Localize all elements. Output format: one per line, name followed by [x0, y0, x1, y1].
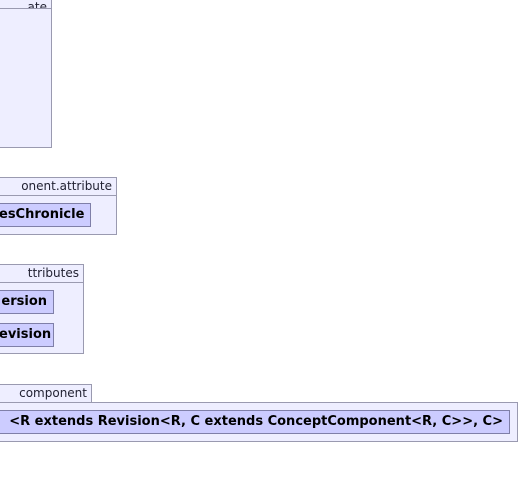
diagram-canvas: ate onent.attribute esChronicle ttribute…	[0, 0, 520, 487]
class-box-chronicle[interactable]: esChronicle	[0, 203, 91, 227]
package-label: component	[19, 386, 87, 400]
class-name: evision	[0, 327, 52, 342]
package-tab-component-attribute[interactable]: onent.attribute	[0, 177, 117, 196]
class-box-concept-component[interactable]: <R extends Revision<R, C extends Concept…	[0, 410, 510, 434]
class-name: ersion	[1, 294, 47, 309]
package-tab-component[interactable]: component	[0, 384, 92, 403]
package-body-ate	[0, 8, 52, 148]
package-label: ttributes	[27, 266, 79, 280]
package-tab-attributes[interactable]: ttributes	[0, 264, 84, 283]
class-box-version[interactable]: ersion	[0, 290, 54, 314]
class-name: <R extends Revision<R, C extends Concept…	[9, 414, 503, 429]
class-name: esChronicle	[0, 207, 85, 222]
package-label: onent.attribute	[21, 179, 112, 193]
class-box-revision[interactable]: evision	[0, 323, 54, 347]
